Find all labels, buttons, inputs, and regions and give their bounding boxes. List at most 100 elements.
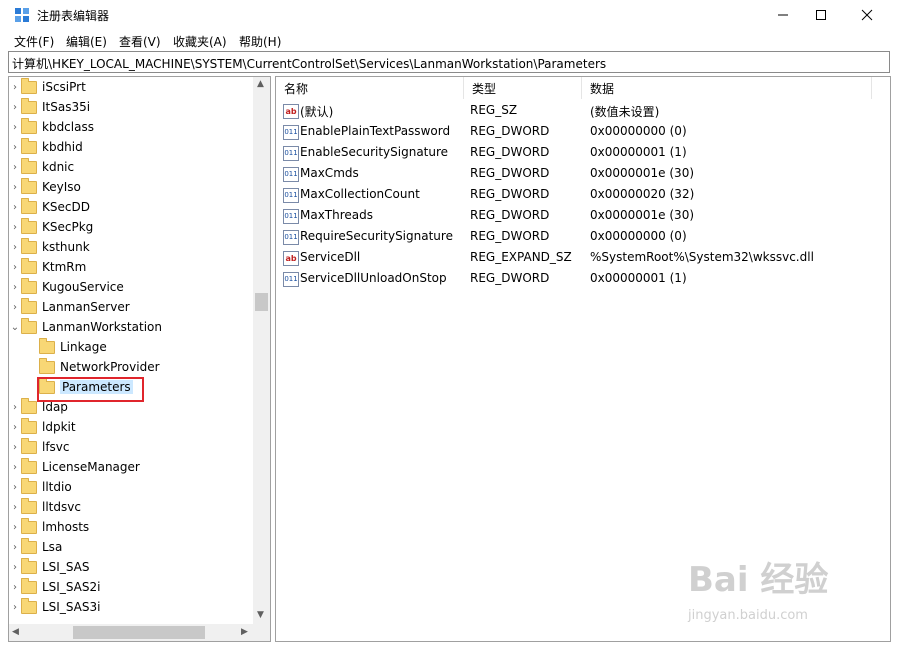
chevron-right-icon[interactable]: › — [9, 562, 21, 573]
value-name[interactable]: MaxThreads — [300, 208, 373, 222]
menu-edit[interactable]: 编辑(E) — [66, 33, 107, 50]
table-row[interactable]: 011 MaxCollectionCount REG_DWORD 0x00000020… — [276, 185, 888, 206]
tree-item-label[interactable]: kbdhid — [42, 140, 83, 154]
chevron-right-icon[interactable]: › — [9, 182, 21, 193]
maximize-button[interactable] — [798, 0, 844, 30]
title-bar[interactable]: 注册表编辑器 — [0, 0, 898, 30]
tree-item[interactable]: › kbdclass — [9, 117, 94, 137]
table-row[interactable]: ab (默认) REG_SZ (数值未设置) — [276, 101, 888, 122]
tree-item[interactable]: › lfsvc — [9, 437, 70, 457]
tree-item[interactable]: › Lsa — [9, 537, 62, 557]
tree-item-label[interactable]: NetworkProvider — [60, 360, 160, 374]
tree-item[interactable]: › kdnic — [9, 157, 74, 177]
chevron-right-icon[interactable]: › — [9, 122, 21, 133]
tree-item-label[interactable]: lmhosts — [42, 520, 89, 534]
tree-item-label[interactable]: lltdio — [42, 480, 72, 494]
close-button[interactable] — [844, 0, 890, 30]
tree-item[interactable]: › kbdhid — [9, 137, 83, 157]
scroll-up-icon[interactable]: ▲ — [257, 79, 264, 89]
chevron-right-icon[interactable]: › — [9, 402, 21, 413]
address-path[interactable]: 计算机\HKEY_LOCAL_MACHINE\SYSTEM\CurrentCon… — [12, 55, 606, 72]
tree-item-label[interactable]: kdnic — [42, 160, 74, 174]
tree-item-label[interactable]: LSI_SAS3i — [42, 600, 100, 614]
tree-item[interactable]: › LicenseManager — [9, 457, 140, 477]
tree-item-label[interactable]: iScsiPrt — [42, 80, 86, 94]
chevron-right-icon[interactable]: › — [9, 102, 21, 113]
chevron-right-icon[interactable]: › — [9, 522, 21, 533]
tree-item-label[interactable]: Linkage — [60, 340, 107, 354]
tree-vertical-scroll-thumb[interactable] — [255, 293, 268, 311]
scroll-left-icon[interactable]: ◀ — [12, 627, 19, 637]
column-header-data[interactable]: 数据 — [582, 77, 872, 99]
tree-item[interactable]: › KtmRm — [9, 257, 86, 277]
menu-file[interactable]: 文件(F) — [14, 33, 54, 50]
table-row[interactable]: ab ServiceDll REG_EXPAND_SZ %SystemRoot%\Sy… — [276, 248, 888, 269]
tree-item-label[interactable]: KtmRm — [42, 260, 86, 274]
tree-horizontal-scrollbar[interactable]: ◀ ▶ — [9, 624, 270, 641]
tree-item[interactable]: › ksthunk — [9, 237, 90, 257]
tree-item[interactable]: › iScsiPrt — [9, 77, 86, 97]
tree-item[interactable]: NetworkProvider — [27, 357, 160, 377]
chevron-right-icon[interactable]: › — [9, 482, 21, 493]
chevron-right-icon[interactable]: › — [9, 82, 21, 93]
tree-item[interactable]: › KeyIso — [9, 177, 81, 197]
tree-item-label[interactable]: KSecPkg — [42, 220, 93, 234]
chevron-right-icon[interactable]: › — [9, 302, 21, 313]
tree-item[interactable]: › KSecDD — [9, 197, 90, 217]
chevron-right-icon[interactable]: › — [9, 162, 21, 173]
value-name[interactable]: MaxCollectionCount — [300, 187, 420, 201]
chevron-right-icon[interactable]: › — [9, 542, 21, 553]
menu-view[interactable]: 查看(V) — [119, 33, 161, 50]
tree-item[interactable]: › LSI_SAS — [9, 557, 90, 577]
tree-vertical-scrollbar[interactable]: ▲ ▼ — [253, 77, 270, 624]
tree-item[interactable]: › lmhosts — [9, 517, 89, 537]
tree-item[interactable]: Linkage — [27, 337, 107, 357]
tree-item-label[interactable]: LSI_SAS2i — [42, 580, 100, 594]
tree-item[interactable]: › LSI_SAS2i — [9, 577, 100, 597]
tree-item-label[interactable]: KSecDD — [42, 200, 90, 214]
tree-item-label[interactable]: LicenseManager — [42, 460, 140, 474]
chevron-right-icon[interactable]: › — [9, 262, 21, 273]
value-name[interactable]: ServiceDll — [300, 250, 360, 264]
tree-item-label[interactable]: ksthunk — [42, 240, 90, 254]
chevron-right-icon[interactable]: › — [9, 222, 21, 233]
value-name[interactable]: (默认) — [300, 103, 333, 120]
value-name[interactable]: ServiceDllUnloadOnStop — [300, 271, 447, 285]
tree-item[interactable]: › lltdsvc — [9, 497, 81, 517]
key-tree-pane[interactable]: › iScsiPrt › ItSas35i › kbdclass › kbdhid › kdnic… — [8, 76, 271, 642]
chevron-right-icon[interactable]: › — [9, 602, 21, 613]
value-name[interactable]: RequireSecuritySignature — [300, 229, 453, 243]
tree-item-label[interactable]: ldap — [42, 400, 68, 414]
value-name[interactable]: EnablePlainTextPassword — [300, 124, 450, 138]
tree-item-label[interactable]: lltdsvc — [42, 500, 81, 514]
tree-item-label[interactable]: kbdclass — [42, 120, 94, 134]
table-row[interactable]: 011 RequireSecuritySignature REG_DWORD 0x00… — [276, 227, 888, 248]
chevron-right-icon[interactable]: › — [9, 442, 21, 453]
chevron-right-icon[interactable]: › — [9, 142, 21, 153]
tree-item[interactable]: › LSI_SAS3i — [9, 597, 100, 617]
chevron-right-icon[interactable]: › — [9, 462, 21, 473]
table-row[interactable]: 011 MaxCmds REG_DWORD 0x0000001e (30) — [276, 164, 888, 185]
chevron-right-icon[interactable]: › — [9, 202, 21, 213]
table-row[interactable]: 011 MaxThreads REG_DWORD 0x0000001e (30) — [276, 206, 888, 227]
tree-item-label[interactable]: lfsvc — [42, 440, 70, 454]
scroll-right-icon[interactable]: ▶ — [241, 627, 248, 637]
value-name[interactable]: MaxCmds — [300, 166, 359, 180]
table-row[interactable]: 011 EnablePlainTextPassword REG_DWORD 0x000… — [276, 122, 888, 143]
tree-item-label[interactable]: KeyIso — [42, 180, 81, 194]
tree-item[interactable]: ⌄ LanmanWorkstation — [9, 317, 162, 337]
tree-item-label[interactable]: ItSas35i — [42, 100, 90, 114]
scroll-down-icon[interactable]: ▼ — [257, 610, 264, 620]
menu-favorites[interactable]: 收藏夹(A) — [173, 33, 227, 50]
tree-item-label[interactable]: ldpkit — [42, 420, 76, 434]
tree-item-label[interactable]: Lsa — [42, 540, 62, 554]
tree-item-label[interactable]: LanmanWorkstation — [42, 320, 162, 334]
tree-item-label[interactable]: KugouService — [42, 280, 124, 294]
tree-item[interactable]: › ItSas35i — [9, 97, 90, 117]
table-row[interactable]: 011 ServiceDllUnloadOnStop REG_DWORD 0x0000… — [276, 269, 888, 290]
tree-item[interactable]: › lltdio — [9, 477, 72, 497]
address-bar[interactable]: 计算机\HKEY_LOCAL_MACHINE\SYSTEM\CurrentCon… — [8, 51, 890, 73]
tree-item[interactable]: › KSecPkg — [9, 217, 93, 237]
tree-item[interactable]: › ldpkit — [9, 417, 76, 437]
chevron-right-icon[interactable]: › — [9, 582, 21, 593]
